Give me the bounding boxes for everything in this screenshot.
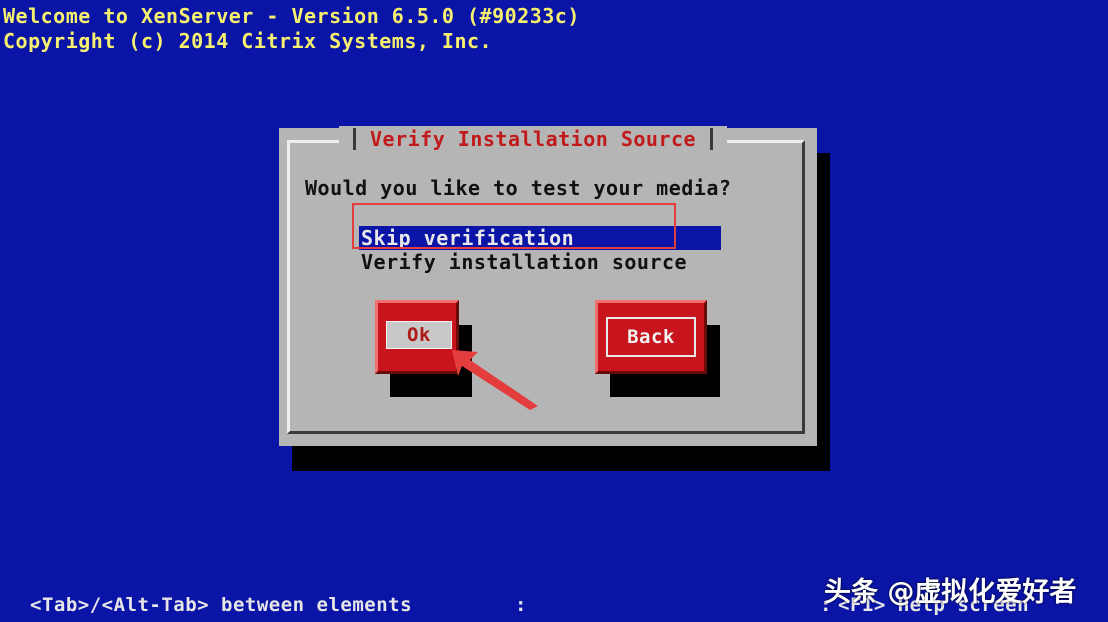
title-bracket-right: [710, 128, 714, 150]
title-bracket-left: [353, 128, 356, 150]
back-button[interactable]: Back: [595, 300, 707, 374]
status-separator-left: :: [515, 594, 527, 616]
watermark-text: 头条 @虚拟化爱好者: [824, 577, 1077, 608]
question-text: Would you like to test your media?: [305, 176, 732, 200]
dialog-title-bar: Verify Installation Source: [339, 126, 728, 152]
verify-source-dialog: Verify Installation Source Would you lik…: [279, 126, 817, 446]
annotation-highlight-box: [352, 203, 676, 249]
ok-button-label: Ok: [407, 324, 431, 346]
back-button-label: Back: [627, 326, 675, 348]
option-verify-installation-source[interactable]: Verify installation source: [359, 250, 721, 274]
ok-button[interactable]: Ok: [375, 300, 459, 374]
dialog-title: Verify Installation Source: [370, 127, 697, 151]
ok-button-focus: Ok: [386, 321, 452, 349]
welcome-line: Welcome to XenServer - Version 6.5.0 (#9…: [3, 4, 580, 28]
copyright-line: Copyright (c) 2014 Citrix Systems, Inc.: [3, 29, 493, 53]
status-hint-tab: <Tab>/<Alt-Tab> between elements: [30, 594, 413, 616]
back-button-face: Back: [606, 317, 696, 357]
